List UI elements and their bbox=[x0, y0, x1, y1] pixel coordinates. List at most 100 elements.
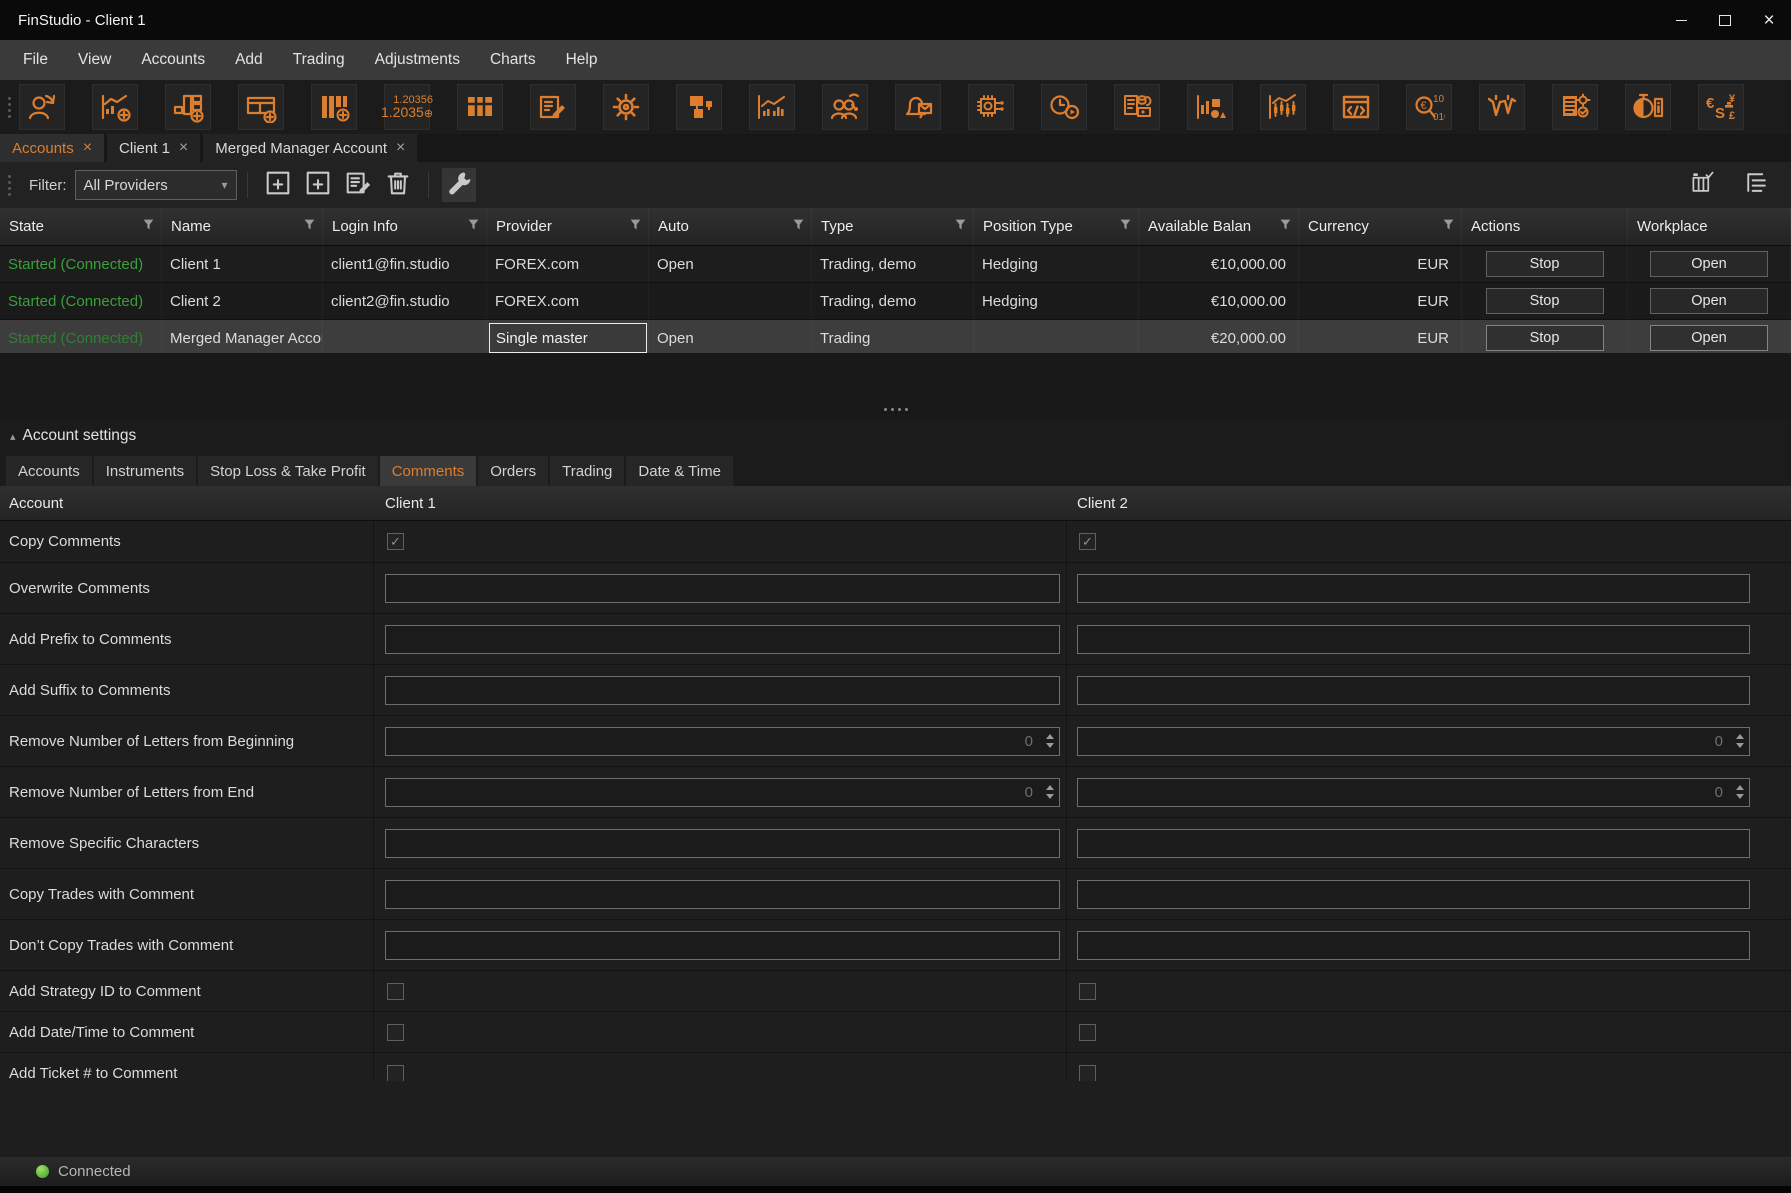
candlestick-button[interactable] bbox=[1260, 84, 1306, 130]
client2-copy-trades-comment-input[interactable] bbox=[1077, 880, 1750, 909]
column-header-actions[interactable]: Actions bbox=[1462, 208, 1628, 245]
client2-add-strategy-id-checkbox[interactable] bbox=[1079, 983, 1096, 1000]
filter-funnel-icon[interactable] bbox=[1119, 218, 1132, 235]
add-quote-button[interactable]: 1.20356 1.2035⊕ bbox=[384, 84, 430, 130]
add-workspace-button[interactable] bbox=[238, 84, 284, 130]
close-button[interactable]: × bbox=[1747, 0, 1791, 40]
client2-add-ticket-checkbox[interactable] bbox=[1079, 1065, 1096, 1082]
billing-button[interactable] bbox=[1114, 84, 1160, 130]
notifications-button[interactable] bbox=[895, 84, 941, 130]
provider-editor[interactable]: Single master bbox=[489, 323, 647, 353]
account-settings-header[interactable]: ▴ Account settings bbox=[0, 420, 1791, 452]
column-header-login-info[interactable]: Login Info bbox=[323, 208, 487, 245]
stop-button[interactable]: Stop bbox=[1486, 325, 1604, 351]
scheduler-button[interactable] bbox=[1041, 84, 1087, 130]
tab-client-1[interactable]: Client 1 × bbox=[107, 134, 200, 162]
client2-overwrite-comments-input[interactable] bbox=[1077, 574, 1750, 603]
statistics-button[interactable] bbox=[749, 84, 795, 130]
client1-remove-characters-input[interactable] bbox=[385, 829, 1060, 858]
tab-settings-trading[interactable]: Trading bbox=[550, 456, 624, 486]
filter-funnel-icon[interactable] bbox=[467, 218, 480, 235]
open-workplace-button[interactable]: Open bbox=[1650, 251, 1768, 277]
client1-add-ticket-checkbox[interactable] bbox=[387, 1065, 404, 1082]
spinner-up-icon[interactable] bbox=[1736, 734, 1744, 739]
filter-funnel-icon[interactable] bbox=[792, 218, 805, 235]
grid-view-button[interactable] bbox=[457, 84, 503, 130]
tab-accounts[interactable]: Accounts × bbox=[0, 134, 104, 162]
client1-add-prefix-input[interactable] bbox=[385, 625, 1060, 654]
open-workplace-button[interactable]: Open bbox=[1650, 325, 1768, 351]
filter-funnel-icon[interactable] bbox=[303, 218, 316, 235]
filter-funnel-icon[interactable] bbox=[1279, 218, 1292, 235]
column-header-auto[interactable]: Auto bbox=[649, 208, 812, 245]
tab-merged-manager-account[interactable]: Merged Manager Account × bbox=[203, 134, 417, 162]
client2-remove-characters-input[interactable] bbox=[1077, 829, 1750, 858]
column-chooser-button[interactable] bbox=[1686, 168, 1720, 202]
client1-copy-trades-comment-input[interactable] bbox=[385, 880, 1060, 909]
code-editor-button[interactable] bbox=[1333, 84, 1379, 130]
delete-account-button[interactable] bbox=[381, 168, 415, 202]
splitter-handle[interactable] bbox=[884, 408, 908, 411]
account-row-client-2[interactable]: Started (Connected) Client 2 client2@fin… bbox=[0, 283, 1791, 320]
add-chart-button[interactable] bbox=[92, 84, 138, 130]
tab-close-icon[interactable]: × bbox=[396, 140, 405, 156]
portfolio-button[interactable] bbox=[1187, 84, 1233, 130]
client1-add-strategy-id-checkbox[interactable] bbox=[387, 983, 404, 1000]
search-values-button[interactable]: €101010 bbox=[1406, 84, 1452, 130]
spread-chart-button[interactable] bbox=[1479, 84, 1525, 130]
maximize-button[interactable] bbox=[1703, 0, 1747, 40]
client1-dont-copy-trades-comment-input[interactable] bbox=[385, 931, 1060, 960]
filterbar-grip[interactable] bbox=[8, 175, 11, 196]
tab-close-icon[interactable]: × bbox=[179, 140, 188, 156]
client2-remove-end-spinner[interactable]: 0 bbox=[1077, 778, 1750, 807]
collapse-icon[interactable]: ▴ bbox=[10, 430, 16, 443]
column-header-type[interactable]: Type bbox=[812, 208, 974, 245]
client2-add-prefix-input[interactable] bbox=[1077, 625, 1750, 654]
tab-close-icon[interactable]: × bbox=[83, 140, 92, 156]
client1-add-date-time-checkbox[interactable] bbox=[387, 1024, 404, 1041]
column-header-provider[interactable]: Provider bbox=[487, 208, 649, 245]
add-account-row-button[interactable] bbox=[261, 168, 295, 202]
spinner-up-icon[interactable] bbox=[1046, 734, 1054, 739]
currency-exchange-button[interactable]: €S¥£ bbox=[1698, 84, 1744, 130]
spinner-down-icon[interactable] bbox=[1736, 794, 1744, 799]
column-header-name[interactable]: Name bbox=[162, 208, 323, 245]
account-tools-button[interactable] bbox=[442, 168, 476, 202]
column-header-state[interactable]: State bbox=[0, 208, 162, 245]
connected-users-button[interactable] bbox=[822, 84, 868, 130]
client2-add-date-time-checkbox[interactable] bbox=[1079, 1024, 1096, 1041]
column-header-workplace[interactable]: Workplace bbox=[1628, 208, 1791, 245]
client2-remove-beginning-spinner[interactable]: 0 bbox=[1077, 727, 1750, 756]
menu-add[interactable]: Add bbox=[220, 40, 278, 80]
tab-settings-accounts[interactable]: Accounts bbox=[6, 456, 92, 486]
spinner-down-icon[interactable] bbox=[1046, 794, 1054, 799]
menu-trading[interactable]: Trading bbox=[278, 40, 360, 80]
filter-funnel-icon[interactable] bbox=[629, 218, 642, 235]
edit-account-button[interactable] bbox=[341, 168, 375, 202]
client1-remove-beginning-spinner[interactable]: 0 bbox=[385, 727, 1060, 756]
column-header-position-type[interactable]: Position Type bbox=[974, 208, 1139, 245]
client1-add-suffix-input[interactable] bbox=[385, 676, 1060, 705]
toolbar-grip[interactable] bbox=[8, 97, 11, 118]
note-edit-button[interactable] bbox=[530, 84, 576, 130]
stop-button[interactable]: Stop bbox=[1486, 288, 1604, 314]
filter-funnel-icon[interactable] bbox=[954, 218, 967, 235]
menu-help[interactable]: Help bbox=[551, 40, 613, 80]
tab-settings-stop-loss-take-profit[interactable]: Stop Loss & Take Profit bbox=[198, 456, 378, 486]
open-workplace-button[interactable]: Open bbox=[1650, 288, 1768, 314]
automation-button[interactable] bbox=[968, 84, 1014, 130]
menu-accounts[interactable]: Accounts bbox=[126, 40, 220, 80]
client1-overwrite-comments-input[interactable] bbox=[385, 574, 1060, 603]
filter-funnel-icon[interactable] bbox=[1442, 218, 1455, 235]
tab-settings-orders[interactable]: Orders bbox=[478, 456, 548, 486]
spinner-down-icon[interactable] bbox=[1046, 743, 1054, 748]
column-header-currency[interactable]: Currency bbox=[1299, 208, 1462, 245]
menu-file[interactable]: File bbox=[8, 40, 63, 80]
task-list-button[interactable] bbox=[1552, 84, 1598, 130]
account-row-merged-manager[interactable]: Started (Connected) Merged Manager Accou… bbox=[0, 320, 1791, 357]
provider-filter-dropdown[interactable]: All Providers ▾ bbox=[75, 170, 237, 200]
group-tree-button[interactable] bbox=[1740, 168, 1774, 202]
client2-add-suffix-input[interactable] bbox=[1077, 676, 1750, 705]
menu-charts[interactable]: Charts bbox=[475, 40, 551, 80]
client1-copy-comments-checkbox[interactable] bbox=[387, 533, 404, 550]
